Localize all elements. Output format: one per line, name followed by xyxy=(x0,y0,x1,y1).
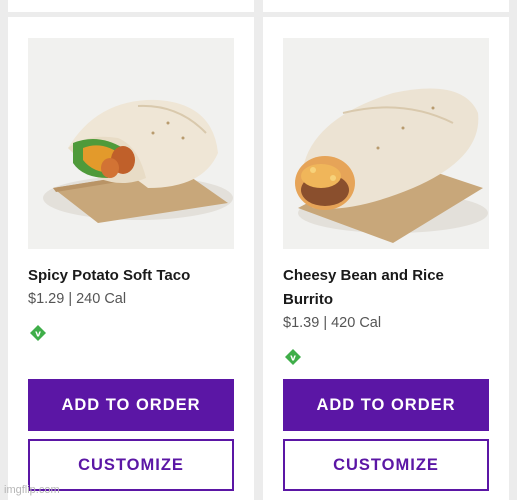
product-name[interactable]: Spicy Potato Soft Taco xyxy=(28,264,238,288)
product-name[interactable]: Cheesy Bean and Rice Burrito xyxy=(283,264,493,312)
vegetarian-icon: v xyxy=(285,349,301,365)
previous-card-bottom xyxy=(263,0,509,12)
svg-text:v: v xyxy=(290,354,296,364)
add-to-order-button[interactable]: ADD TO ORDER xyxy=(283,379,489,431)
product-card: Spicy Potato Soft Taco $1.29 | 240 Cal v… xyxy=(8,17,254,500)
product-card: Cheesy Bean and Rice Burrito $1.39 | 420… xyxy=(263,17,509,500)
product-price-calories: $1.29 | 240 Cal xyxy=(28,291,127,307)
product-price-calories: $1.39 | 420 Cal xyxy=(283,315,382,331)
customize-button[interactable]: CUSTOMIZE xyxy=(283,439,489,491)
previous-card-bottom xyxy=(8,0,254,12)
product-image-spicy-potato-soft-taco[interactable] xyxy=(28,38,234,249)
product-image-cheesy-bean-and-rice-burrito[interactable] xyxy=(283,38,489,249)
watermark: imgflip.com xyxy=(4,484,60,496)
add-to-order-button[interactable]: ADD TO ORDER xyxy=(28,379,234,431)
svg-text:v: v xyxy=(35,330,41,340)
vegetarian-icon: v xyxy=(30,325,46,341)
